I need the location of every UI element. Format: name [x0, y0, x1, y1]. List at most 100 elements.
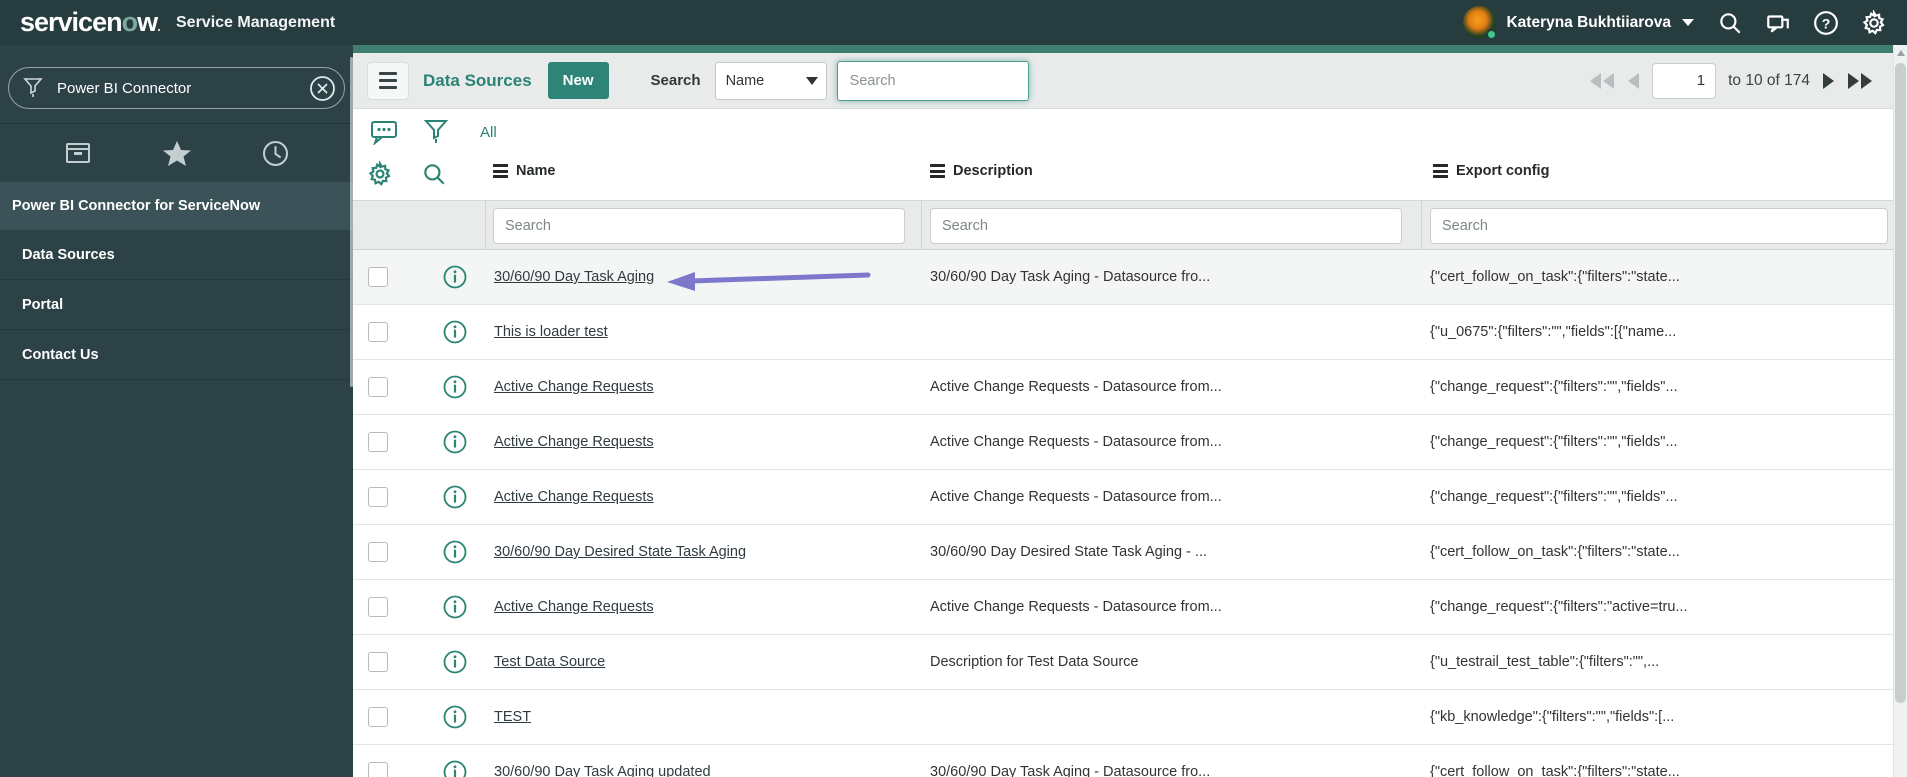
row-checkbox[interactable] [368, 762, 388, 777]
description-cell: Active Change Requests - Datasource from… [930, 599, 1222, 615]
vertical-scrollbar[interactable] [1893, 45, 1907, 777]
record-preview-info-icon[interactable] [443, 760, 467, 777]
help-icon[interactable]: ? [1813, 10, 1839, 36]
servicenow-logo[interactable]: servicenow. [20, 7, 161, 37]
current-page-input[interactable] [1652, 62, 1717, 99]
next-page-button[interactable] [1822, 72, 1835, 90]
logo-text: servicen [20, 7, 123, 37]
row-checkbox[interactable] [368, 707, 388, 727]
global-search-icon[interactable] [1717, 10, 1743, 36]
column-menu-icon[interactable] [493, 164, 508, 178]
sidebar-item-portal[interactable]: Portal [0, 280, 353, 330]
record-link[interactable]: 30/60/90 Day Task Aging [494, 269, 654, 285]
column-filter-row [353, 200, 1893, 250]
record-preview-info-icon[interactable] [443, 705, 467, 729]
export-config-column-search-input[interactable] [1430, 208, 1888, 244]
record-link[interactable]: Active Change Requests [494, 599, 654, 615]
first-page-button[interactable] [1589, 72, 1615, 90]
record-preview-info-icon[interactable] [443, 540, 467, 564]
row-checkbox[interactable] [368, 377, 388, 397]
column-menu-icon[interactable] [1433, 164, 1448, 178]
table-row[interactable]: Active Change Requests Active Change Req… [353, 580, 1893, 635]
sidebar-item-contact-us[interactable]: Contact Us [0, 330, 353, 380]
column-divider [921, 201, 922, 249]
row-checkbox[interactable] [368, 542, 388, 562]
record-preview-info-icon[interactable] [443, 595, 467, 619]
app-scope-title: Power BI Connector for ServiceNow [0, 182, 353, 230]
list-accent-strip [353, 45, 1893, 53]
previous-page-button[interactable] [1627, 72, 1640, 90]
favorites-star-icon[interactable] [162, 140, 191, 167]
sidebar-item-data-sources[interactable]: Data Sources [0, 230, 353, 280]
export-config-cell: {"change_request":{"filters":"active=tru… [1430, 599, 1688, 615]
scrollbar-up-arrow-icon[interactable] [1894, 45, 1907, 61]
list-search-input[interactable] [836, 60, 1029, 101]
clear-filter-icon[interactable] [309, 75, 336, 102]
table-row[interactable]: This is loader test {"u_0675":{"filters"… [353, 305, 1893, 360]
name-column-search-input[interactable] [493, 208, 905, 244]
column-divider [485, 201, 486, 249]
record-link[interactable]: 30/60/90 Day Task Aging updated [494, 764, 711, 777]
table-row[interactable]: Active Change Requests Active Change Req… [353, 360, 1893, 415]
record-link[interactable]: TEST [494, 709, 531, 725]
table-row[interactable]: 30/60/90 Day Desired State Task Aging 30… [353, 525, 1893, 580]
filter-icon [23, 78, 43, 97]
chevron-down-icon [1682, 19, 1694, 26]
table-row[interactable]: 30/60/90 Day Task Aging 30/60/90 Day Tas… [353, 250, 1893, 305]
record-link[interactable]: 30/60/90 Day Desired State Task Aging [494, 544, 746, 560]
pagination: to 10 of 174 [1589, 62, 1879, 99]
record-preview-info-icon[interactable] [443, 375, 467, 399]
description-column-search-input[interactable] [930, 208, 1402, 244]
description-cell: Active Change Requests - Datasource from… [930, 379, 1222, 395]
table-row[interactable]: Active Change Requests Active Change Req… [353, 415, 1893, 470]
row-checkbox[interactable] [368, 597, 388, 617]
record-preview-info-icon[interactable] [443, 485, 467, 509]
list-toolbar: Data Sources New Search Name to 10 of 17… [353, 53, 1893, 109]
row-checkbox[interactable] [368, 652, 388, 672]
table-row[interactable]: Test Data Source Description for Test Da… [353, 635, 1893, 690]
history-clock-icon[interactable] [262, 140, 289, 167]
list-context-menu-button[interactable] [367, 61, 409, 100]
record-preview-info-icon[interactable] [443, 430, 467, 454]
new-record-button[interactable]: New [547, 62, 609, 99]
list-chat-icon[interactable] [370, 119, 398, 145]
list-controls: All Name Description Export config [353, 109, 1893, 200]
column-header-description[interactable]: Description [930, 163, 1033, 179]
row-checkbox[interactable] [368, 322, 388, 342]
all-applications-icon[interactable] [64, 140, 92, 166]
record-link[interactable]: Active Change Requests [494, 489, 654, 505]
export-config-cell: {"kb_knowledge":{"filters":"","fields":[… [1430, 709, 1675, 725]
column-search-toggle-icon[interactable] [421, 161, 447, 187]
last-page-button[interactable] [1847, 72, 1873, 90]
connect-chat-icon[interactable] [1765, 10, 1791, 36]
list-personalize-gear-icon[interactable] [367, 161, 393, 187]
record-link[interactable]: This is loader test [494, 324, 608, 340]
user-menu[interactable]: Kateryna Bukhtiiarova [1463, 6, 1695, 40]
record-link[interactable]: Test Data Source [494, 654, 605, 670]
record-preview-info-icon[interactable] [443, 650, 467, 674]
list-view: Data Sources New Search Name to 10 of 17… [353, 45, 1893, 777]
gear-icon[interactable] [1861, 9, 1887, 36]
avatar[interactable] [1463, 6, 1498, 40]
column-header-name[interactable]: Name [493, 163, 556, 179]
record-link[interactable]: Active Change Requests [494, 379, 654, 395]
table-row[interactable]: 30/60/90 Day Task Aging updated 30/60/90… [353, 745, 1893, 777]
navigator-filter [8, 67, 345, 109]
record-link[interactable]: Active Change Requests [494, 434, 654, 450]
search-field-select[interactable]: Name [714, 61, 827, 100]
table-row[interactable]: Active Change Requests Active Change Req… [353, 470, 1893, 525]
record-preview-info-icon[interactable] [443, 265, 467, 289]
navigator-filter-input[interactable] [55, 78, 309, 98]
top-banner: servicenow. Service Management Kateryna … [0, 0, 1907, 45]
row-checkbox[interactable] [368, 267, 388, 287]
column-header-export-config[interactable]: Export config [1433, 163, 1549, 179]
logo-o-mark: o [121, 7, 138, 37]
record-preview-info-icon[interactable] [443, 320, 467, 344]
column-menu-icon[interactable] [930, 164, 945, 178]
table-row[interactable]: TEST {"kb_knowledge":{"filters":"","fiel… [353, 690, 1893, 745]
row-checkbox[interactable] [368, 487, 388, 507]
row-checkbox[interactable] [368, 432, 388, 452]
breadcrumb-all[interactable]: All [480, 124, 497, 141]
scrollbar-thumb[interactable] [1895, 63, 1906, 703]
list-filter-icon[interactable] [424, 119, 448, 145]
